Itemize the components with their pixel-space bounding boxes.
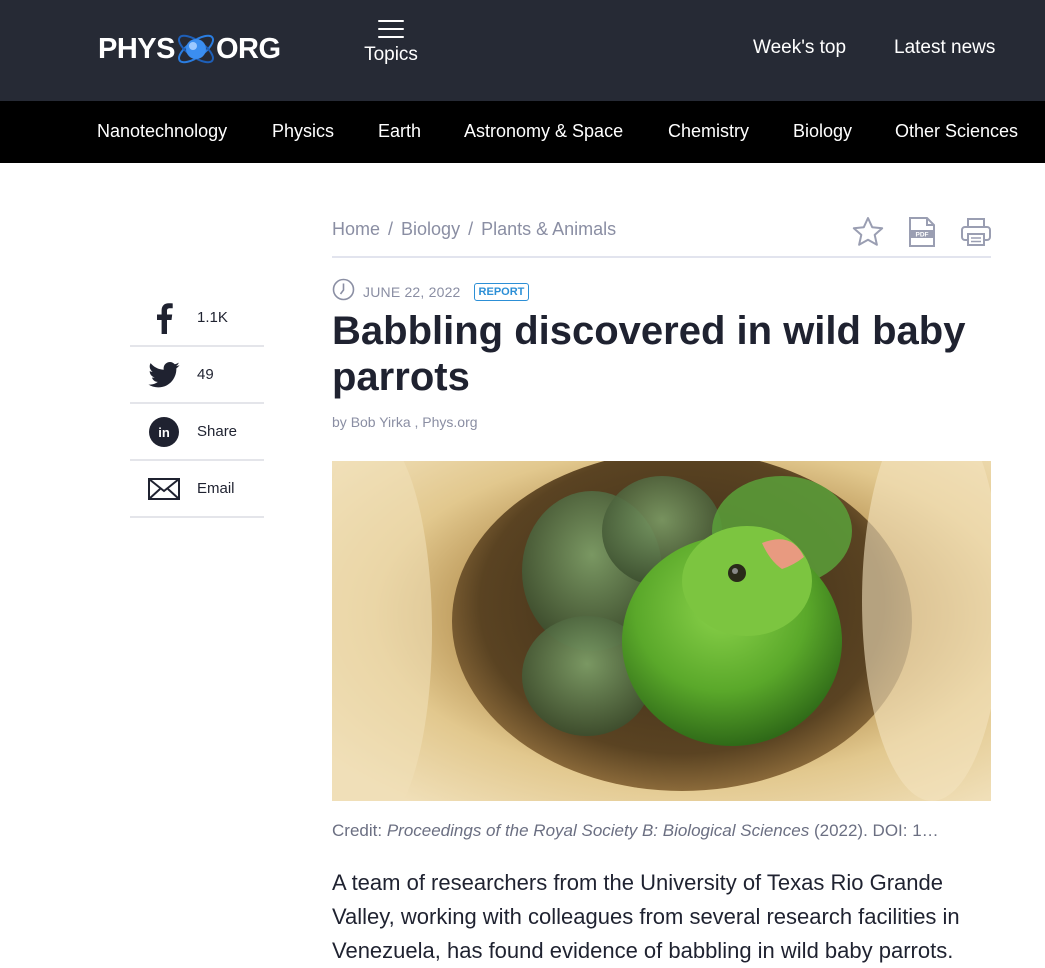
source-link[interactable]: Phys.org (422, 414, 477, 430)
article-photo[interactable] (332, 461, 991, 801)
breadcrumb-divider (332, 256, 991, 258)
topics-label: Topics (364, 44, 418, 65)
site-logo[interactable]: PHYS ORG (98, 22, 281, 76)
pdf-icon[interactable]: PDF (908, 216, 936, 253)
twitter-share-count: 49 (197, 366, 214, 383)
star-icon[interactable] (852, 216, 884, 253)
email-share-button[interactable]: Email (130, 461, 264, 518)
svg-text:PDF: PDF (916, 232, 929, 239)
nav-item-chemistry[interactable]: Chemistry (668, 121, 749, 142)
category-nav: Nanotechnology Physics Earth Astronomy &… (0, 101, 1045, 163)
facebook-share-count: 1.1K (197, 309, 228, 326)
breadcrumb-separator: / (468, 219, 474, 239)
logo-text-right: ORG (215, 32, 281, 65)
topics-menu-button[interactable]: Topics (360, 20, 422, 66)
article-meta: JUNE 22, 2022 REPORT (332, 278, 530, 306)
nav-item-other-sciences[interactable]: Other Sciences (895, 121, 1018, 142)
caption-journal: Proceedings of the Royal Society B: Biol… (386, 821, 810, 840)
caption-prefix: Credit: (332, 821, 383, 840)
nav-item-physics[interactable]: Physics (272, 121, 334, 142)
breadcrumb-home[interactable]: Home (332, 219, 380, 239)
article-byline: by Bob Yirka , Phys.org (332, 414, 478, 430)
linkedin-share-label: Share (197, 423, 238, 440)
photo-caption: Credit: Proceedings of the Royal Society… (332, 821, 991, 841)
logo-orb-icon (173, 24, 219, 74)
breadcrumb: Home / Biology / Plants & Animals (332, 219, 616, 240)
breadcrumb-biology[interactable]: Biology (401, 219, 460, 239)
nav-item-biology[interactable]: Biology (793, 121, 852, 142)
nav-item-nanotechnology[interactable]: Nanotechnology (97, 121, 227, 142)
twitter-icon (130, 361, 197, 388)
latest-news-link[interactable]: Latest news (894, 37, 995, 59)
article-title: Babbling discovered in wild baby parrots (332, 309, 966, 399)
weeks-top-link[interactable]: Week's top (753, 37, 846, 59)
menu-icon (378, 20, 404, 38)
facebook-icon (130, 302, 197, 334)
nav-item-astronomy-space[interactable]: Astronomy & Space (464, 121, 623, 142)
site-header: PHYS ORG Topics Week's top Latest news (0, 0, 1045, 101)
clock-icon (332, 278, 355, 306)
report-badge: REPORT (473, 283, 530, 301)
share-sidebar: 1.1K 49 in Share Email (130, 290, 264, 518)
breadcrumb-separator: / (388, 219, 394, 239)
article-body-paragraph: A team of researchers from the Universit… (332, 870, 960, 963)
article-date: JUNE 22, 2022 (363, 284, 461, 300)
print-icon[interactable] (960, 216, 992, 253)
author-link[interactable]: Bob Yirka (351, 414, 411, 430)
linkedin-icon: in (130, 416, 197, 447)
logo-text-left: PHYS (98, 32, 175, 65)
breadcrumb-plants-animals[interactable]: Plants & Animals (481, 219, 616, 239)
caption-suffix: (2022). DOI: 1… (813, 821, 939, 840)
nav-item-earth[interactable]: Earth (378, 121, 421, 142)
email-share-label: Email (197, 480, 235, 497)
facebook-share-button[interactable]: 1.1K (130, 290, 264, 347)
svg-text:in: in (158, 425, 170, 440)
byline-prefix: by (332, 414, 347, 430)
linkedin-share-button[interactable]: in Share (130, 404, 264, 461)
email-icon (130, 477, 197, 500)
twitter-share-button[interactable]: 49 (130, 347, 264, 404)
